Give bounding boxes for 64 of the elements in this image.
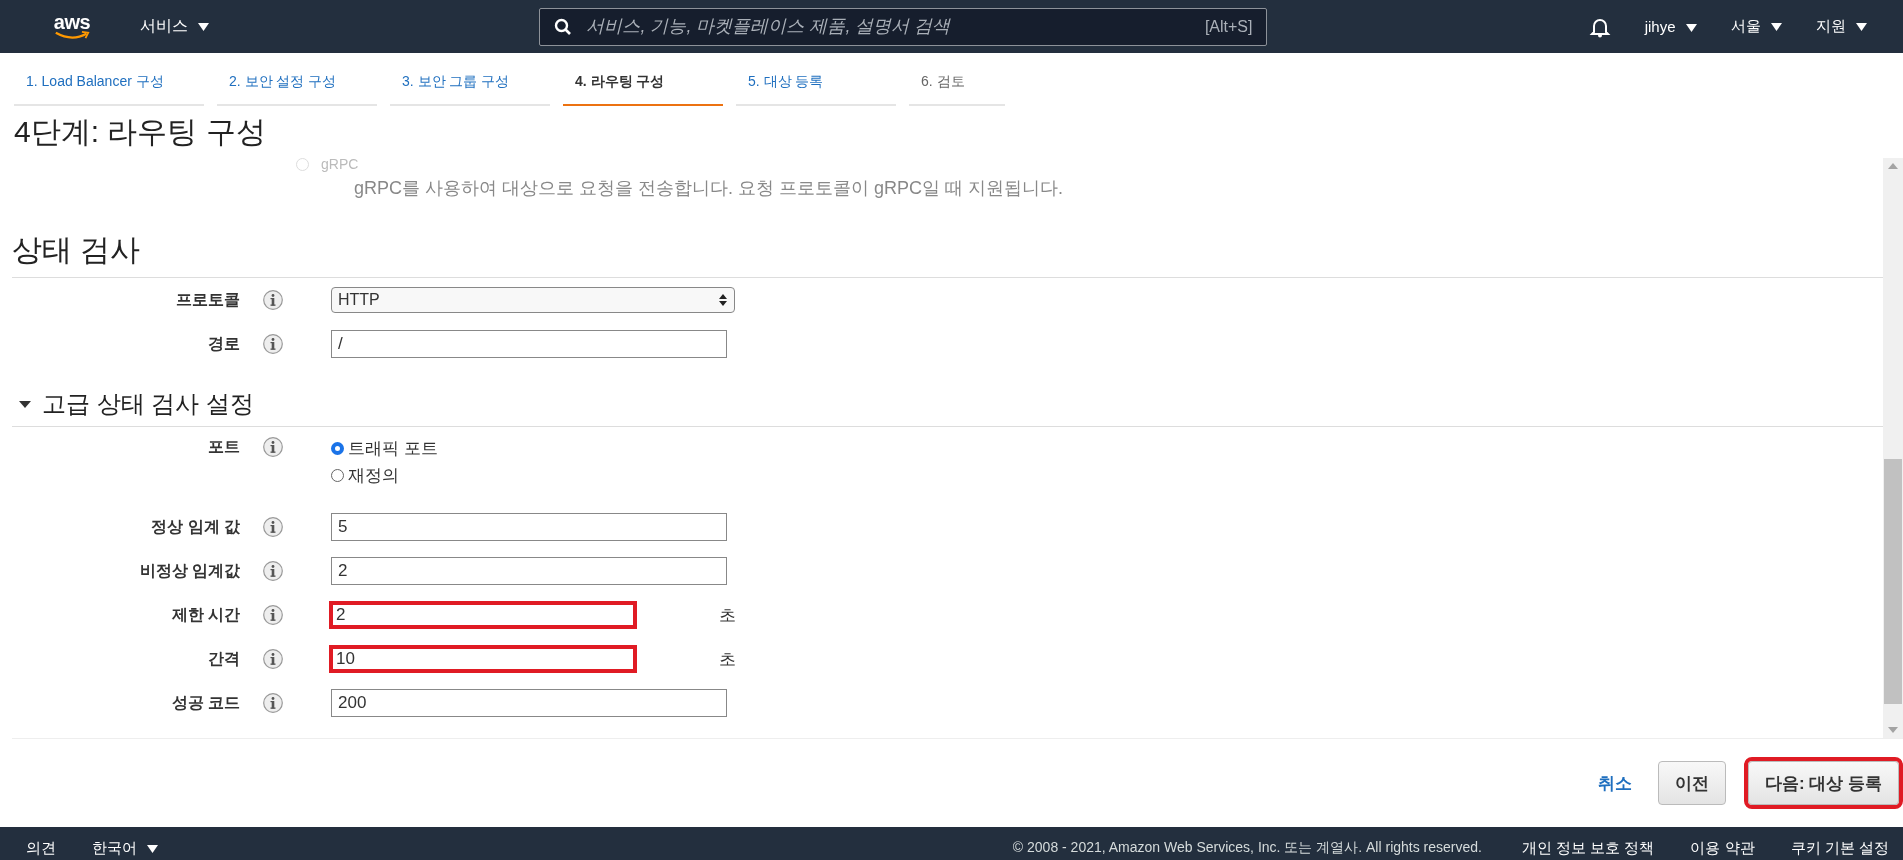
step-tab[interactable]: 2. 보안 설정 구성 bbox=[217, 67, 377, 106]
caret-icon bbox=[1770, 23, 1782, 32]
page-title: 4단계: 라우팅 구성 bbox=[13, 114, 267, 150]
field-label: 포트 bbox=[207, 437, 240, 457]
caret-icon bbox=[147, 844, 159, 853]
radio-label: 재정의 bbox=[348, 465, 399, 487]
input-field[interactable]: 200 bbox=[331, 689, 727, 717]
radio-label: 트래픽 포트 bbox=[348, 438, 438, 460]
account-menu[interactable]: 지원 bbox=[1815, 17, 1867, 36]
info-icon[interactable] bbox=[263, 437, 283, 457]
field-label: 프로토콜 bbox=[175, 289, 240, 310]
previous-button[interactable]: 이전 bbox=[1657, 761, 1726, 805]
search-bar[interactable]: 서비스, 기능, 마켓플레이스 제품, 설명서 검색 [Alt+S] bbox=[539, 7, 1268, 46]
caret-icon[interactable] bbox=[18, 399, 32, 409]
section-heading: 상태 검사 bbox=[12, 230, 1883, 278]
field-label: 제한 시간 bbox=[170, 604, 240, 625]
info-icon[interactable] bbox=[263, 605, 283, 625]
updown-arrows-icon bbox=[718, 293, 728, 307]
step-tab[interactable]: 6. 검토 bbox=[909, 67, 1005, 106]
field-label: 성공 코드 bbox=[170, 692, 240, 713]
info-icon[interactable] bbox=[263, 517, 283, 537]
cancel-link[interactable]: 취소 bbox=[1591, 770, 1638, 796]
field-label: 간격 bbox=[207, 648, 240, 669]
caret-icon bbox=[1685, 24, 1697, 33]
copyright-text: © 2008 - 2021, Amazon Web Services, Inc. 또는 계열사. All rights reserved. bbox=[1012, 839, 1482, 857]
info-icon[interactable] bbox=[263, 334, 283, 354]
footer-link[interactable]: 개인 정보 보호 정책 bbox=[1521, 838, 1655, 858]
unit-label: 초 bbox=[719, 648, 736, 671]
feedback-link[interactable]: 의견 bbox=[26, 838, 56, 858]
step-tab[interactable]: 3. 보안 그룹 구성 bbox=[390, 67, 550, 106]
info-icon[interactable] bbox=[263, 561, 283, 581]
info-icon[interactable] bbox=[263, 290, 283, 310]
field-label: 정상 임계 값 bbox=[150, 516, 240, 537]
input-field[interactable]: 2 bbox=[331, 557, 727, 585]
radio-label: gRPC bbox=[321, 158, 359, 170]
section-heading[interactable]: 고급 상태 검사 설정 bbox=[42, 388, 254, 420]
step-tab[interactable]: 4. 라우팅 구성 bbox=[563, 67, 723, 106]
unit-label: 초 bbox=[719, 604, 736, 627]
input-field[interactable]: 5 bbox=[331, 513, 727, 541]
radio-button[interactable] bbox=[331, 442, 344, 455]
step-tab[interactable]: 1. Load Balancer 구성 bbox=[14, 67, 204, 106]
account-menu[interactable]: 서울 bbox=[1730, 17, 1782, 36]
field-label: 경로 bbox=[207, 333, 240, 354]
info-icon[interactable] bbox=[263, 693, 283, 713]
input-field[interactable]: 10 bbox=[329, 645, 637, 673]
search-icon bbox=[554, 17, 573, 36]
radio-button[interactable] bbox=[331, 469, 344, 482]
language-menu[interactable]: 한국어 bbox=[92, 838, 159, 858]
caret-icon bbox=[198, 22, 210, 31]
caret-icon bbox=[1856, 23, 1867, 32]
footer-link[interactable]: 이용 약관 bbox=[1690, 838, 1755, 858]
search-field[interactable]: 서비스, 기능, 마켓플레이스 제품, 설명서 검색 bbox=[584, 15, 1193, 38]
field-label: 비정상 임계값 bbox=[138, 560, 240, 581]
input-field[interactable]: / bbox=[331, 330, 727, 358]
footer-link[interactable]: 쿠키 기본 설정 bbox=[1790, 838, 1889, 858]
input-field[interactable]: 2 bbox=[329, 601, 637, 629]
services-menu[interactable]: 서비스 bbox=[140, 16, 210, 37]
step-tab[interactable]: 5. 대상 등록 bbox=[736, 67, 896, 106]
info-icon[interactable] bbox=[263, 649, 283, 669]
protocol-select[interactable]: HTTP bbox=[331, 287, 735, 313]
shortcut-hint: [Alt+S] bbox=[1204, 17, 1253, 36]
option-description: gRPC를 사용하여 대상으로 요청을 전송합니다. 요청 프로토콜이 gRPC일 때 지원됩니다. bbox=[353, 177, 1065, 200]
aws-logo[interactable]: aws bbox=[50, 13, 94, 40]
account-menu[interactable]: jihye bbox=[1644, 18, 1697, 35]
